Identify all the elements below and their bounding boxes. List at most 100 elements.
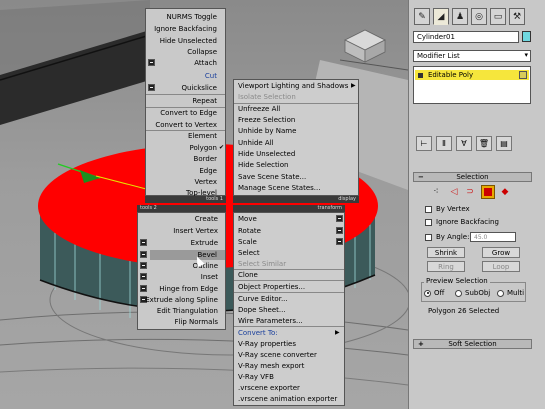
checkmark-icon: ✔ xyxy=(219,144,225,151)
stack-item-editable-poly[interactable]: Editable Poly xyxy=(415,70,529,80)
pin-stack-icon[interactable]: ⊢ xyxy=(416,136,432,151)
menu-item-repeat[interactable]: Repeat xyxy=(146,96,217,106)
menu-item-vrscene-exporter[interactable]: .vrscene exporter xyxy=(238,383,300,393)
configure-sets-icon[interactable]: ▤ xyxy=(496,136,512,151)
object-name-field[interactable]: Cylinder01 xyxy=(413,31,519,43)
menu-item-element[interactable]: Element xyxy=(146,131,217,141)
menu-item-attach[interactable]: Attach xyxy=(146,58,217,68)
option-box-icon[interactable] xyxy=(140,251,147,258)
radio-label: Off xyxy=(434,289,445,297)
menu-item-outline[interactable]: Outline xyxy=(138,261,218,271)
menu-item-convert-to-edge[interactable]: Convert to Edge xyxy=(146,108,217,118)
vertex-mode-icon[interactable]: ⁖ xyxy=(430,186,442,198)
show-end-result-icon[interactable]: Ⅱ xyxy=(436,136,452,151)
menu-item-inset[interactable]: Inset xyxy=(138,272,218,282)
quad-label-text: transform xyxy=(317,205,342,211)
menu-item-object-properties[interactable]: Object Properties... xyxy=(238,282,305,292)
menu-item-edit-triangulation[interactable]: Edit Triangulation xyxy=(138,306,218,316)
menu-item-wire-parameters[interactable]: Wire Parameters... xyxy=(238,316,303,326)
menu-item-create[interactable]: Create xyxy=(138,214,218,224)
preview-multi-radio[interactable]: Multi xyxy=(497,289,524,297)
menu-item-hinge-from-edge[interactable]: Hinge from Edge xyxy=(138,284,218,294)
modifier-list-dropdown[interactable]: Modifier List ▾ xyxy=(413,50,531,62)
menu-item-curve-editor[interactable]: Curve Editor... xyxy=(238,294,288,304)
expand-icon[interactable] xyxy=(418,72,423,78)
checkbox-label: Ignore Backfacing xyxy=(436,218,499,226)
menu-item-unhide-by-name[interactable]: Unhide by Name xyxy=(238,126,296,136)
menu-item-vrscene-animation-exporter[interactable]: .vrscene animation exporter xyxy=(238,394,337,404)
menu-item-dope-sheet[interactable]: Dope Sheet... xyxy=(238,305,286,315)
polygon-mode-icon[interactable] xyxy=(481,185,495,199)
menu-item-vray-scene-converter[interactable]: V-Ray scene converter xyxy=(238,350,317,360)
menu-item-convert-to[interactable]: Convert To: xyxy=(238,328,278,338)
make-unique-icon[interactable]: ∀ xyxy=(456,136,472,151)
menu-item-collapse[interactable]: Collapse xyxy=(146,47,217,57)
menu-item-cut[interactable]: Cut xyxy=(146,71,217,81)
polygon-mode-glyph xyxy=(484,188,492,196)
menu-item-quickslice[interactable]: Quickslice xyxy=(146,83,218,93)
preview-off-radio[interactable]: Off xyxy=(424,289,444,297)
option-box-icon[interactable] xyxy=(336,227,343,234)
menu-item-hide-unselected[interactable]: Hide Unselected xyxy=(146,36,217,46)
menu-item-nurms-toggle[interactable]: NURMS Toggle xyxy=(146,12,217,22)
ring-button[interactable]: Ring xyxy=(427,261,465,272)
menu-item-rotate[interactable]: Rotate xyxy=(238,226,261,236)
by-angle-checkbox[interactable]: By Angle: xyxy=(425,233,469,241)
grow-button[interactable]: Grow xyxy=(482,247,520,258)
menu-item-freeze-selection[interactable]: Freeze Selection xyxy=(238,115,295,125)
stack-toggle-icon[interactable] xyxy=(519,71,527,79)
menu-item-edge[interactable]: Edge xyxy=(146,166,217,176)
by-vertex-checkbox[interactable]: By Vertex xyxy=(425,205,470,213)
remove-modifier-icon[interactable]: 🗑 xyxy=(476,136,492,151)
menu-item-extrude-along-spline[interactable]: Extrude along Spline xyxy=(138,295,218,305)
menu-item-ignore-backfacing[interactable]: Ignore Backfacing xyxy=(146,24,217,34)
create-icon[interactable]: ✎ xyxy=(414,8,430,25)
modify-icon[interactable]: ◢ xyxy=(433,8,449,25)
preview-subobj-radio[interactable]: SubObj xyxy=(455,289,490,297)
motion-icon[interactable]: ◎ xyxy=(471,8,487,25)
menu-item-flip-normals[interactable]: Flip Normals xyxy=(138,317,218,327)
menu-item-vray-properties[interactable]: V-Ray properties xyxy=(238,339,296,349)
object-color-swatch[interactable] xyxy=(522,31,531,42)
menu-item-border[interactable]: Border xyxy=(146,154,217,164)
ignore-backfacing-checkbox[interactable]: Ignore Backfacing xyxy=(425,218,499,226)
edge-mode-icon[interactable]: ◁ xyxy=(448,186,460,198)
viewport-perspective[interactable]: NURMS Toggle Ignore Backfacing Hide Unse… xyxy=(0,0,408,409)
shrink-button[interactable]: Shrink xyxy=(427,247,465,258)
menu-item-unfreeze-all[interactable]: Unfreeze All xyxy=(238,104,280,114)
modifier-stack: Editable Poly xyxy=(413,66,531,104)
menu-item-move[interactable]: Move xyxy=(238,214,257,224)
menu-item-manage-scene-states[interactable]: Manage Scene States... xyxy=(238,183,320,193)
menu-item-viewport-lighting[interactable]: Viewport Lighting and Shadows xyxy=(238,81,348,91)
menu-item-hide-selection[interactable]: Hide Selection xyxy=(238,160,288,170)
menu-item-clone[interactable]: Clone xyxy=(238,270,258,280)
menu-item-vray-vfb[interactable]: V-Ray VFB xyxy=(238,372,274,382)
menu-item-convert-to-vertex[interactable]: Convert to Vertex xyxy=(146,120,217,130)
element-mode-icon[interactable]: ◆ xyxy=(499,186,511,198)
option-box-icon[interactable] xyxy=(336,238,343,245)
rollout-soft-selection[interactable]: + Soft Selection xyxy=(413,339,532,349)
option-box-icon[interactable] xyxy=(336,215,343,222)
menu-item-bevel[interactable]: Bevel xyxy=(150,250,225,260)
checkbox-box xyxy=(425,233,432,241)
by-angle-spinner[interactable]: 45.0 xyxy=(470,232,516,242)
hierarchy-icon[interactable]: ♟ xyxy=(452,8,468,25)
border-mode-icon[interactable]: ⊃ xyxy=(464,186,476,198)
quad-label-text: tools 1 xyxy=(206,196,223,202)
rollout-selection[interactable]: − Selection xyxy=(413,172,532,182)
menu-item-vertex[interactable]: Vertex xyxy=(146,177,217,187)
menu-item-scale[interactable]: Scale xyxy=(238,237,257,247)
menu-item-hide-unselected[interactable]: Hide Unselected xyxy=(238,149,295,159)
display-icon[interactable]: ▭ xyxy=(490,8,506,25)
collapse-icon: − xyxy=(418,173,424,181)
menu-item-insert-vertex[interactable]: Insert Vertex xyxy=(138,226,218,236)
utilities-icon[interactable]: ⚒ xyxy=(509,8,525,25)
menu-item-extrude[interactable]: Extrude xyxy=(138,238,218,248)
menu-item-select[interactable]: Select xyxy=(238,248,260,258)
loop-button[interactable]: Loop xyxy=(482,261,520,272)
menu-item-save-scene-state[interactable]: Save Scene State... xyxy=(238,172,306,182)
menu-item-vray-mesh-export[interactable]: V-Ray mesh export xyxy=(238,361,304,371)
menu-item-polygon[interactable]: Polygon xyxy=(146,143,217,153)
menu-item-unhide-all[interactable]: Unhide All xyxy=(238,138,274,148)
quad-label-display: display xyxy=(233,196,359,203)
